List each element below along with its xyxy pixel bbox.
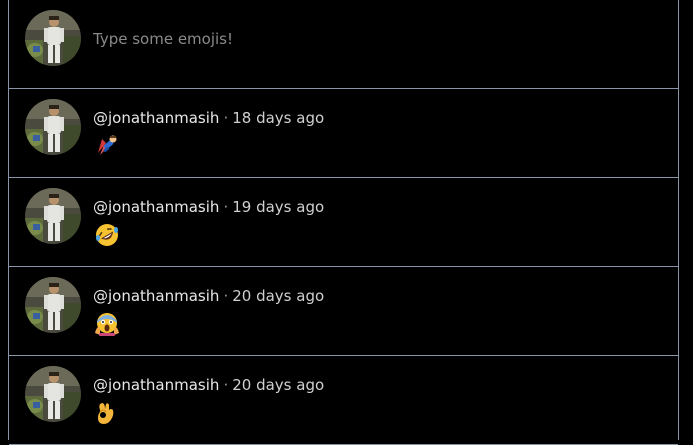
emoji-input[interactable] xyxy=(93,26,653,52)
avatar[interactable] xyxy=(25,188,81,244)
separator: · xyxy=(223,198,229,216)
emoji-feed: @jonathanmasih·18 days ago @jonathanmasi… xyxy=(8,0,679,445)
separator: · xyxy=(223,109,229,127)
avatar xyxy=(25,10,81,66)
rolling-laughing-emoji-icon xyxy=(96,224,118,246)
separator: · xyxy=(223,287,229,305)
username-link[interactable]: @jonathanmasih xyxy=(93,109,219,127)
post-row: @jonathanmasih · 18 days ago xyxy=(9,89,678,178)
separator: · xyxy=(223,376,229,394)
post-meta: @jonathanmasih · 20 days ago xyxy=(93,376,324,394)
screaming-face-emoji-icon xyxy=(95,313,119,336)
avatar[interactable] xyxy=(25,277,81,333)
post-meta: @jonathanmasih · 20 days ago xyxy=(93,287,324,305)
post-time[interactable]: 19 days ago xyxy=(232,198,324,216)
username-link[interactable]: @jonathanmasih xyxy=(93,376,219,394)
username-link[interactable]: @jonathanmasih xyxy=(93,287,219,305)
avatar[interactable] xyxy=(25,366,81,422)
post-time[interactable]: 20 days ago xyxy=(232,376,324,394)
post-row: @jonathanmasih · 20 days ago xyxy=(9,356,678,445)
superhero-emoji-icon xyxy=(98,135,117,155)
post-meta: @jonathanmasih · 18 days ago xyxy=(93,109,324,127)
post-row: @jonathanmasih · 19 days ago xyxy=(9,178,678,267)
avatar[interactable] xyxy=(25,99,81,155)
post-row: @jonathanmasih · 20 days ago xyxy=(9,267,678,356)
post-time[interactable]: 18 days ago xyxy=(232,109,324,127)
post-time[interactable]: 20 days ago xyxy=(232,287,324,305)
compose-row xyxy=(9,0,678,89)
post-meta: @jonathanmasih · 19 days ago xyxy=(93,198,324,216)
username-link[interactable]: @jonathanmasih xyxy=(93,198,219,216)
ok-hand-emoji-icon xyxy=(98,403,114,424)
